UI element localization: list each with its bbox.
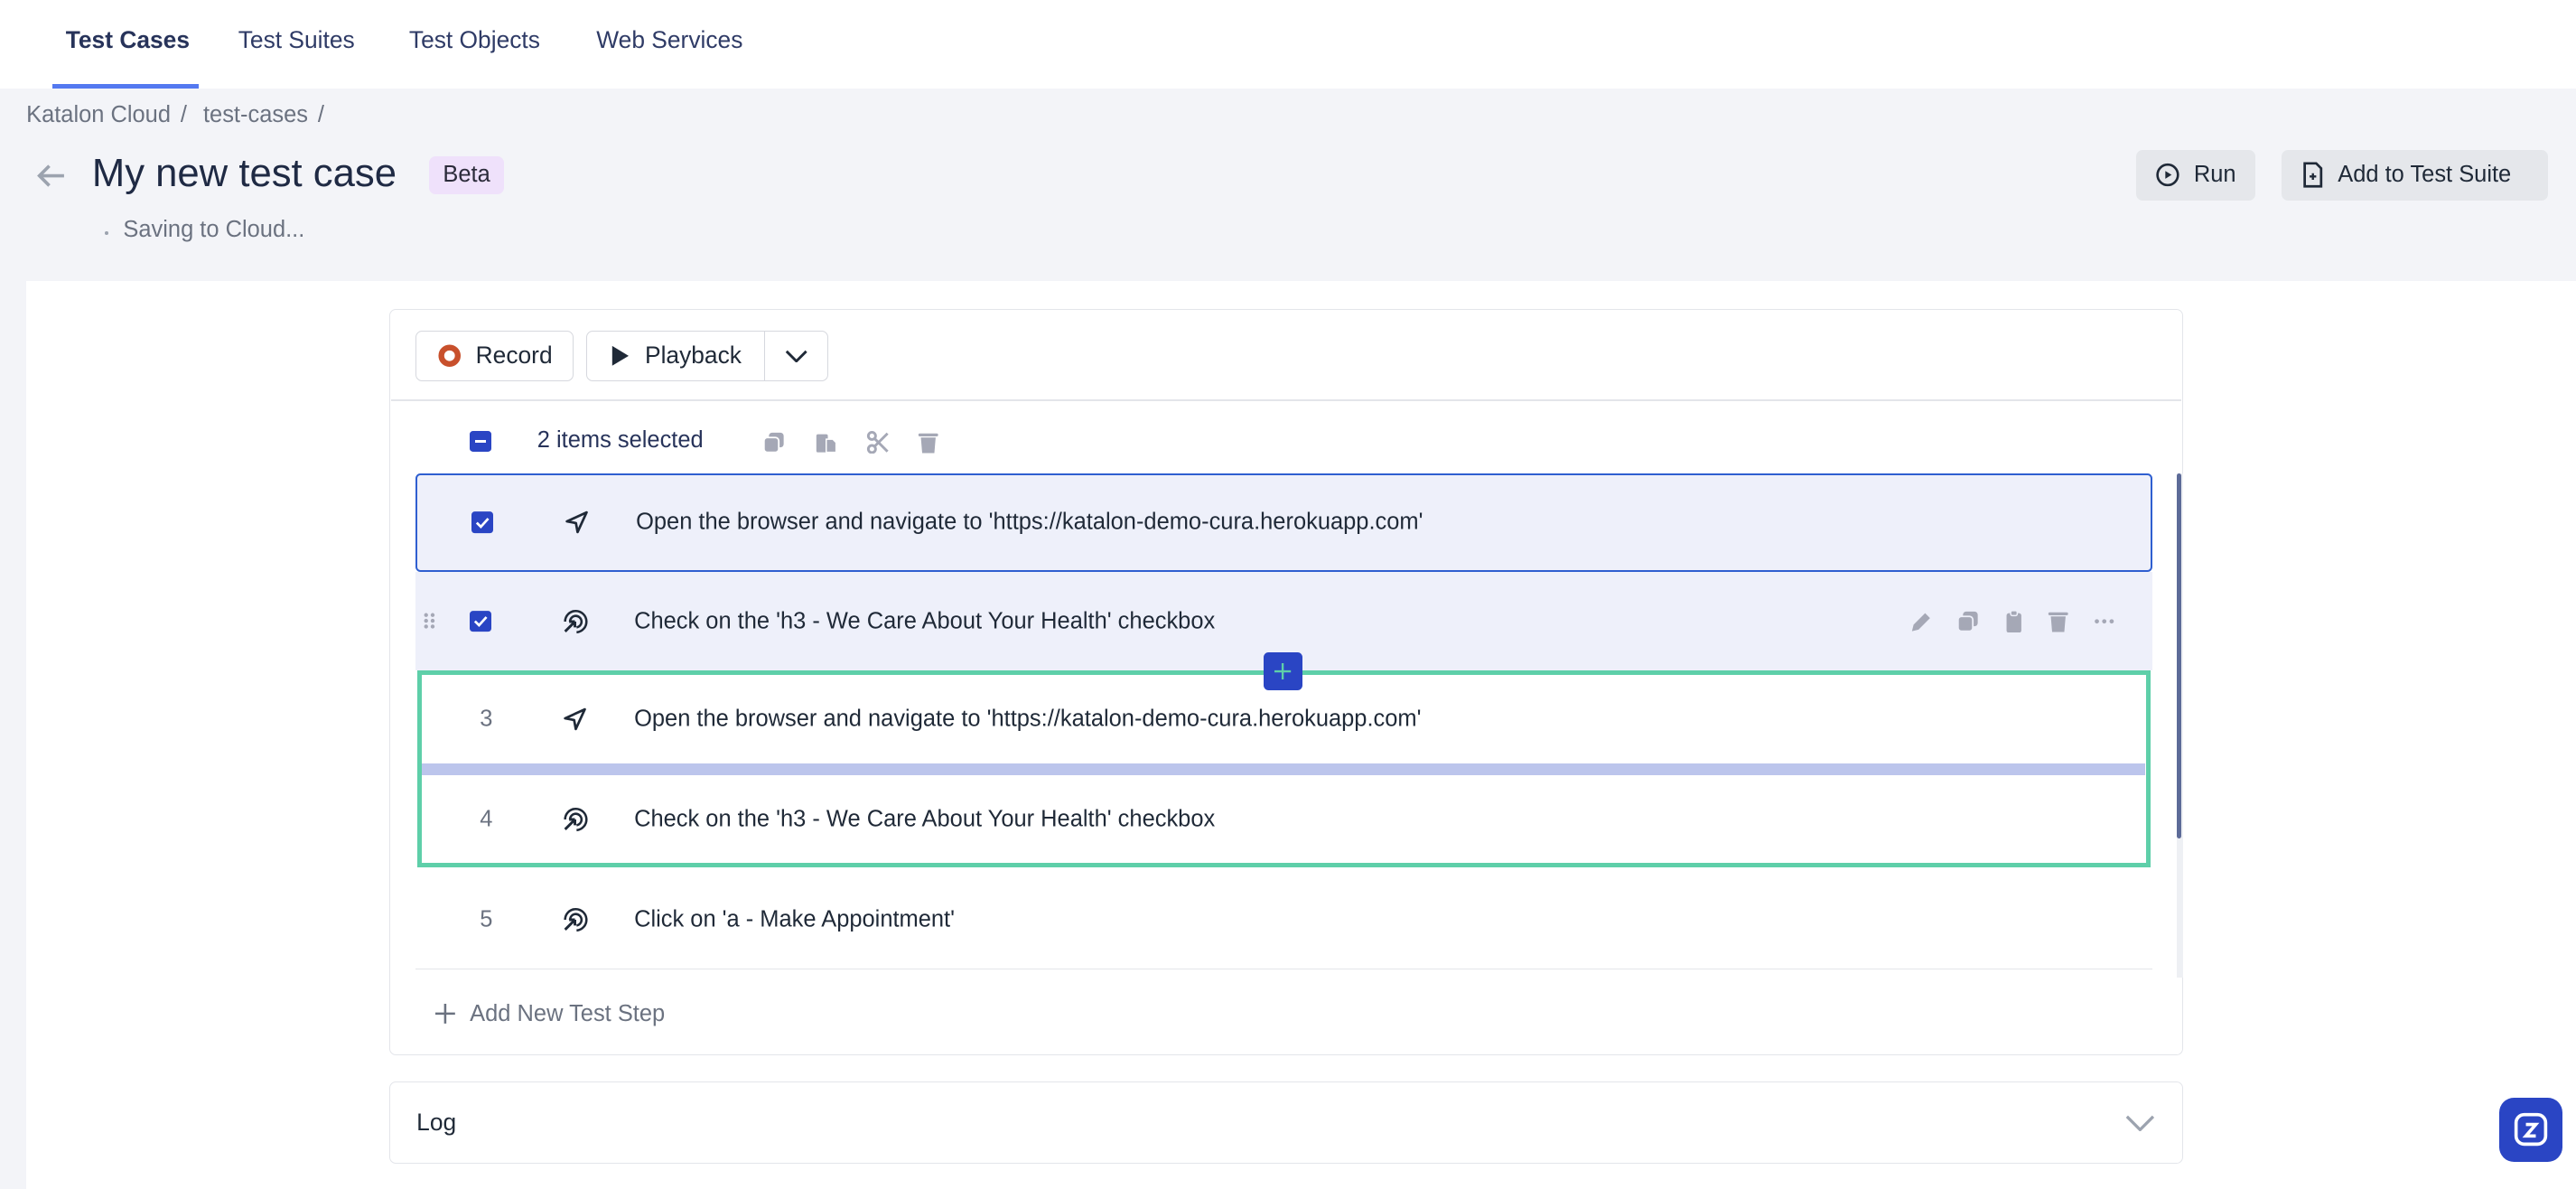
- insert-step-button[interactable]: [1263, 652, 1303, 690]
- save-status: Saving to Cloud...: [123, 217, 305, 243]
- help-chat-button[interactable]: [2498, 1098, 2563, 1162]
- record-button[interactable]: Record: [415, 330, 574, 381]
- more-icon[interactable]: [2093, 610, 2115, 632]
- selection-count: 2 items selected: [537, 426, 704, 453]
- playback-button[interactable]: Playback: [587, 331, 765, 380]
- page-title: My new test case: [91, 151, 397, 196]
- toolbar-divider: [390, 398, 2182, 401]
- breadcrumb: Katalon Cloud / test-cases /: [26, 101, 324, 127]
- file-icon: [2303, 162, 2323, 188]
- tab-web-services[interactable]: Web Services: [596, 26, 742, 54]
- click-icon: [564, 908, 588, 932]
- beta-badge: Beta: [428, 155, 505, 194]
- add-new-test-step-button[interactable]: Add New Test Step: [435, 1001, 665, 1027]
- tab-test-objects[interactable]: Test Objects: [409, 26, 540, 54]
- top-nav: Test Cases Test Suites Test Objects Web …: [0, 0, 2576, 89]
- chevron-down-icon[interactable]: [2125, 1115, 2155, 1132]
- select-all-checkbox[interactable]: [470, 430, 491, 453]
- active-tab-indicator: [52, 83, 200, 89]
- log-panel[interactable]: Log: [389, 1081, 2184, 1164]
- scrollbar-thumb[interactable]: [2177, 473, 2182, 838]
- plus-icon: [435, 1004, 455, 1025]
- tab-test-cases[interactable]: Test Cases: [66, 26, 190, 54]
- tab-test-suites[interactable]: Test Suites: [238, 26, 355, 54]
- plus-icon: [1274, 662, 1292, 680]
- navigate-icon: [564, 707, 586, 731]
- scrollbar-track[interactable]: [2177, 473, 2184, 978]
- run-button[interactable]: Run: [2135, 149, 2256, 201]
- chevron-down-icon: [785, 350, 807, 363]
- clipboard-icon[interactable]: [2002, 609, 2025, 633]
- status-dot: [105, 231, 109, 236]
- test-step-row[interactable]: 5 Click on 'a - Make Appointment': [415, 871, 2152, 970]
- click-icon: [564, 609, 588, 633]
- test-step-row[interactable]: 4 Check on the 'h3 - We Care About Your …: [415, 774, 2152, 865]
- edit-icon[interactable]: [1910, 610, 1933, 632]
- click-icon: [564, 807, 588, 831]
- playback-dropdown-button[interactable]: [765, 350, 827, 363]
- duplicate-icon[interactable]: [1956, 610, 1979, 632]
- test-step-row[interactable]: Open the browser and navigate to 'https:…: [415, 473, 2152, 572]
- breadcrumb-test-cases[interactable]: test-cases: [203, 102, 308, 127]
- add-to-test-suite-button[interactable]: Add to Test Suite: [2282, 149, 2549, 201]
- delete-icon[interactable]: [917, 431, 939, 454]
- help-chat-icon: [2514, 1113, 2548, 1147]
- drag-handle-icon[interactable]: [424, 613, 435, 630]
- step-checkbox[interactable]: [470, 610, 491, 632]
- cut-icon[interactable]: [866, 430, 889, 454]
- play-circle-icon: [2156, 164, 2179, 187]
- paste-icon[interactable]: [815, 431, 837, 454]
- step-checkbox[interactable]: [471, 511, 493, 534]
- play-icon: [611, 345, 629, 366]
- copy-icon[interactable]: [762, 431, 785, 454]
- delete-icon[interactable]: [2047, 610, 2069, 632]
- log-label: Log: [416, 1108, 457, 1136]
- navigate-icon: [565, 511, 588, 534]
- back-arrow-icon[interactable]: [36, 163, 66, 189]
- record-icon: [438, 344, 461, 368]
- breadcrumb-katalon-cloud[interactable]: Katalon Cloud: [26, 102, 171, 127]
- playback-split-button: Playback: [586, 330, 828, 381]
